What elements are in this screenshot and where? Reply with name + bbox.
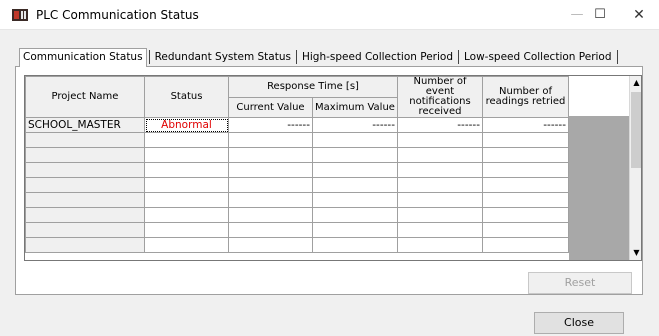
table-row [25, 207, 569, 223]
scrollbar-thumb[interactable] [631, 92, 641, 168]
cell-readings-retried: ------ [482, 117, 569, 133]
header-status: Status [144, 76, 229, 118]
scroll-up-arrow-icon[interactable]: ▲ [630, 76, 641, 90]
tab-bar: Communication Status Redundant System Sta… [19, 48, 620, 67]
header-current-value: Current Value [228, 97, 313, 118]
cell-event-notifications: ------ [397, 117, 483, 133]
close-window-button[interactable]: ✕ [626, 0, 652, 30]
table-row [25, 132, 569, 148]
tab-separator [457, 50, 459, 64]
tab-low-speed-collection-period[interactable]: Low-speed Collection Period [461, 49, 615, 67]
status-table: Project Name Status Response Time [s] Nu… [25, 76, 569, 253]
tab-redundant-system-status[interactable]: Redundant System Status [152, 49, 294, 67]
table-row [25, 177, 569, 193]
tab-separator [148, 50, 150, 64]
header-event-notifications: Number of event notifications received [397, 76, 483, 118]
header-maximum-value: Maximum Value [312, 97, 398, 118]
grid-empty-area [569, 116, 629, 260]
maximize-button[interactable]: ☐ [590, 0, 610, 30]
cell-current-value: ------ [228, 117, 313, 133]
window-title: PLC Communication Status [36, 8, 199, 22]
tab-communication-status[interactable]: Communication Status [19, 48, 147, 67]
header-readings-retried: Number of readings retried [482, 76, 569, 118]
table-row [25, 222, 569, 238]
reset-button[interactable]: Reset [528, 272, 632, 294]
status-grid[interactable]: Project Name Status Response Time [s] Nu… [24, 75, 642, 261]
header-project-name: Project Name [25, 76, 145, 118]
table-row [25, 237, 569, 253]
table-row[interactable]: SCHOOL_MASTER Abnormal ------ ------ ---… [25, 117, 569, 133]
title-bar: PLC Communication Status — ☐ ✕ [0, 0, 659, 30]
header-response-time: Response Time [s] [228, 76, 398, 99]
cell-project-name: SCHOOL_MASTER [25, 117, 145, 133]
tab-separator [616, 50, 618, 64]
tab-separator [295, 50, 297, 64]
tab-high-speed-collection-period[interactable]: High-speed Collection Period [299, 49, 456, 67]
table-row [25, 162, 569, 178]
table-row [25, 147, 569, 163]
table-row [25, 192, 569, 208]
cell-status[interactable]: Abnormal [144, 117, 229, 133]
vertical-scrollbar[interactable]: ▲ ▼ [629, 76, 641, 260]
plc-app-icon [12, 9, 28, 21]
cell-maximum-value: ------ [312, 117, 398, 133]
close-button[interactable]: Close [534, 312, 624, 334]
minimize-button[interactable]: — [567, 0, 587, 30]
scroll-down-arrow-icon[interactable]: ▼ [630, 246, 641, 260]
